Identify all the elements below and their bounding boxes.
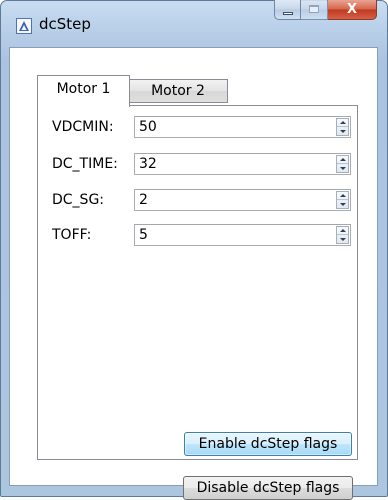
spin-down-icon[interactable] bbox=[340, 203, 346, 206]
spin-divider bbox=[337, 234, 348, 235]
toff-spinbox[interactable]: 5 bbox=[134, 224, 351, 246]
vdcmin-spinbox[interactable]: 50 bbox=[134, 116, 351, 138]
title-bar[interactable]: dcStep X bbox=[1, 0, 387, 47]
spin-up-icon[interactable] bbox=[340, 158, 346, 161]
spin-up-icon[interactable] bbox=[340, 229, 346, 232]
spin-down-icon[interactable] bbox=[340, 238, 346, 241]
minimize-button[interactable] bbox=[274, 0, 301, 20]
tab-motor-2[interactable]: Motor 2 bbox=[129, 79, 228, 103]
spin-down-icon[interactable] bbox=[340, 167, 346, 170]
disable-dcstep-flags-button[interactable]: Disable dcStep flags bbox=[183, 476, 353, 500]
spin-up-icon[interactable] bbox=[340, 121, 346, 124]
dc-sg-spin-buttons[interactable] bbox=[336, 191, 349, 209]
dc-time-spinbox[interactable]: 32 bbox=[134, 153, 351, 175]
vdcmin-spin-buttons[interactable] bbox=[336, 118, 349, 136]
spin-divider bbox=[337, 163, 348, 164]
vdcmin-label: VDCMIN: bbox=[52, 119, 114, 135]
dialog-client-area: Motor 1 Motor 2 VDCMIN: 50 DC_TIME: 32 D… bbox=[9, 47, 378, 500]
enable-dcstep-flags-button[interactable]: Enable dcStep flags bbox=[184, 432, 352, 456]
dc-time-value: 32 bbox=[139, 156, 157, 172]
spin-down-icon[interactable] bbox=[340, 130, 346, 133]
toff-label: TOFF: bbox=[52, 227, 92, 243]
vdcmin-value: 50 bbox=[139, 119, 157, 135]
toff-value: 5 bbox=[139, 227, 148, 243]
tab-motor-1[interactable]: Motor 1 bbox=[37, 75, 130, 107]
close-button[interactable]: X bbox=[328, 0, 377, 20]
toff-spin-buttons[interactable] bbox=[336, 226, 349, 244]
dc-sg-label: DC_SG: bbox=[52, 192, 105, 208]
dc-sg-spinbox[interactable]: 2 bbox=[134, 189, 351, 211]
spin-divider bbox=[337, 126, 348, 127]
maximize-button[interactable] bbox=[301, 0, 328, 20]
close-icon: X bbox=[346, 2, 358, 17]
spin-up-icon[interactable] bbox=[340, 194, 346, 197]
spin-divider bbox=[337, 199, 348, 200]
window-frame: dcStep X Motor 1 Motor 2 VDCMIN: 50 DC_T… bbox=[0, 0, 388, 500]
tab-pane-motor-1: VDCMIN: 50 DC_TIME: 32 DC_SG: 2 TOFF: 5 … bbox=[37, 105, 358, 500]
app-icon[interactable] bbox=[16, 18, 32, 34]
window-title: dcStep bbox=[39, 15, 91, 33]
caption-buttons: X bbox=[274, 0, 377, 21]
dc-sg-value: 2 bbox=[139, 192, 148, 208]
minimize-icon bbox=[283, 12, 293, 15]
maximize-icon bbox=[309, 5, 319, 13]
dc-time-label: DC_TIME: bbox=[52, 156, 118, 172]
dc-time-spin-buttons[interactable] bbox=[336, 155, 349, 173]
